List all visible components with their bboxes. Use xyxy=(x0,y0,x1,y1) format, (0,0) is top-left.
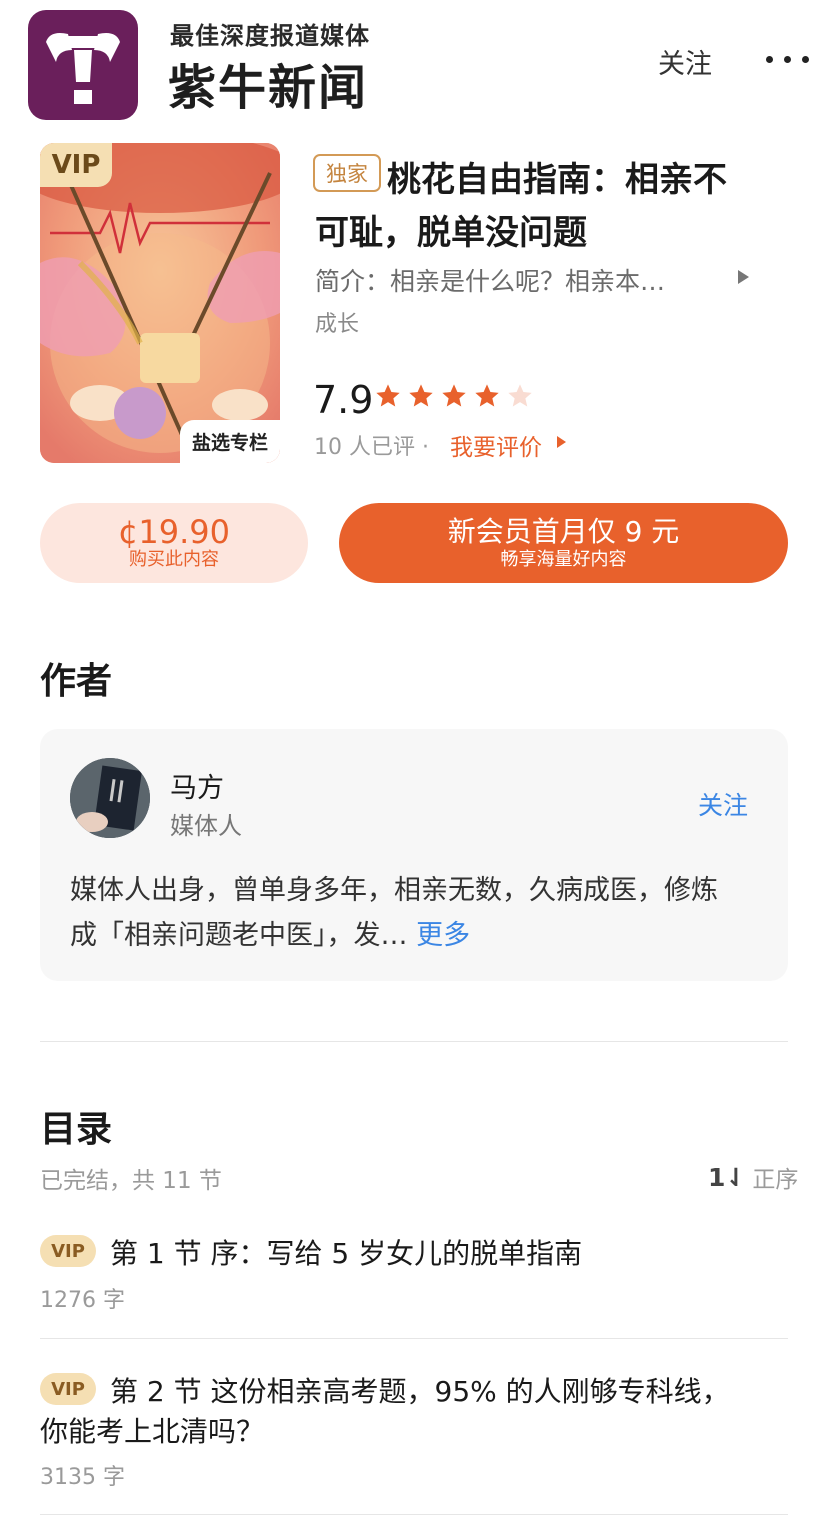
exclusive-badge: 独家 xyxy=(313,154,381,192)
sort-order-button[interactable]: 1⇃ 正序 xyxy=(708,1160,798,1194)
author-role: 媒体人 xyxy=(170,812,242,840)
brand-name: 紫牛新闻 xyxy=(168,60,369,116)
star-filled-icon xyxy=(376,384,400,407)
star-filled-icon xyxy=(409,384,433,407)
rate-link[interactable]: 我要评价 xyxy=(450,428,542,462)
chapter-title-continued: 你能考上北清吗？ xyxy=(40,1415,265,1448)
chapter-title: 第 2 节 这份相亲高考题，95% 的人刚够专科线， xyxy=(110,1375,730,1408)
buy-label: 购买此内容 xyxy=(129,549,219,570)
star-filled-icon xyxy=(442,384,466,407)
divider xyxy=(40,1514,788,1515)
toc-status: 已完结，共 11 节 xyxy=(40,1168,222,1194)
book-title-line-2: 可耻，脱单没问题 xyxy=(315,213,587,253)
toc-section-title: 目录 xyxy=(40,1109,113,1150)
book-category[interactable]: 成长 xyxy=(315,306,359,338)
book-title-line-1: 桃花自由指南：相亲不 xyxy=(387,160,727,200)
bio-more-link[interactable]: 更多 xyxy=(416,920,470,951)
author-bio-line-2: 成「相亲问题老中医」，发… 更多 xyxy=(70,913,470,952)
member-button[interactable]: 新会员首月仅 9 元 畅享海量好内容 xyxy=(339,503,788,583)
rate-arrow-icon[interactable] xyxy=(557,436,566,448)
author-name[interactable]: 马方 xyxy=(170,766,224,805)
chapter-word-count: 1276 字 xyxy=(40,1288,125,1313)
member-offer: 新会员首月仅 9 元 xyxy=(447,515,680,548)
cover-illustration xyxy=(40,143,280,463)
bull-logo-icon xyxy=(46,33,120,104)
rating-stars xyxy=(374,382,534,410)
star-empty-icon xyxy=(508,384,532,407)
chapter-word-count: 3135 字 xyxy=(40,1465,125,1490)
chapter-title: 第 1 节 序：写给 5 岁女儿的脱单指南 xyxy=(110,1237,583,1270)
divider xyxy=(40,1338,788,1339)
buy-button[interactable]: ¢19.90 购买此内容 xyxy=(40,503,308,583)
cover-column-tag: 盐选专栏 xyxy=(179,420,280,463)
brand-slogan: 最佳深度报道媒体 xyxy=(170,22,370,50)
header-follow-button[interactable]: 关注 xyxy=(658,42,712,81)
book-intro[interactable]: 简介：相亲是什么呢？相亲本… xyxy=(315,262,735,298)
rating-score: 7.9 xyxy=(313,378,374,422)
avatar[interactable] xyxy=(70,758,150,838)
rating-count: 10 人已评 · xyxy=(314,435,429,460)
divider xyxy=(40,1041,788,1042)
author-bio-text: 成「相亲问题老中医」，发… xyxy=(70,920,408,951)
buy-price: ¢19.90 xyxy=(118,513,230,551)
intro-expand-arrow-icon[interactable] xyxy=(738,270,749,284)
app-logo xyxy=(28,10,138,120)
author-follow-button[interactable]: 关注 xyxy=(698,786,748,822)
chapter-vip-badge: VIP xyxy=(40,1235,96,1267)
chapter-vip-badge: VIP xyxy=(40,1373,96,1405)
vip-corner-badge: VIP xyxy=(40,143,112,187)
author-avatar-image xyxy=(70,758,150,838)
sort-order-icon: 1⇃ xyxy=(708,1162,747,1192)
member-subtitle: 畅享海量好内容 xyxy=(500,549,627,570)
author-section-title: 作者 xyxy=(40,661,113,702)
sort-order-label: 正序 xyxy=(752,1167,799,1193)
star-filled-icon xyxy=(475,384,499,407)
book-cover[interactable]: VIP 盐选专栏 xyxy=(40,143,280,463)
author-bio-line-1: 媒体人出身，曾单身多年，相亲无数，久病成医，修炼 xyxy=(70,875,718,906)
more-options-icon[interactable] xyxy=(766,56,810,64)
